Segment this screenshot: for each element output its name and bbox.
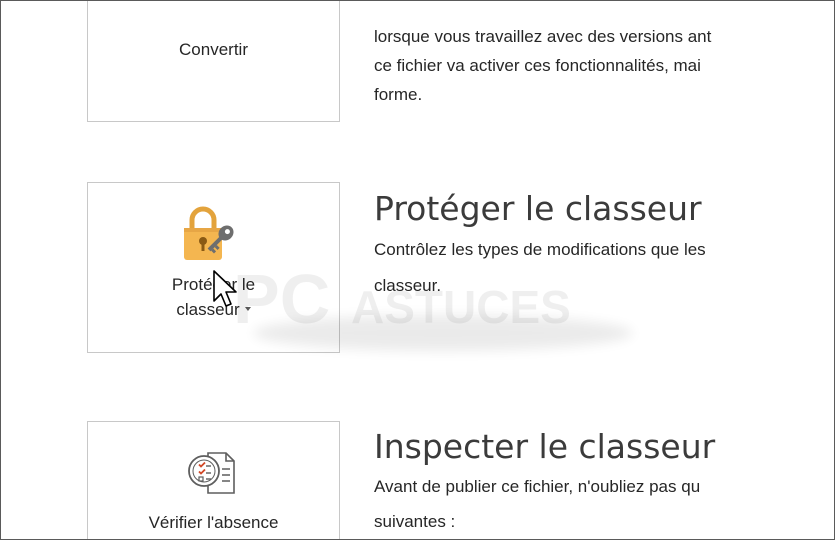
protect-section: Protéger le classeur Contrôlez les types… xyxy=(374,189,834,300)
protect-section-title: Protéger le classeur xyxy=(374,189,702,228)
convert-button-label: Convertir xyxy=(179,40,248,59)
convert-description-line-1: lorsque vous travaillez avec des version… xyxy=(374,27,712,46)
info-page: Convertir lorsque vous travaillez avec d… xyxy=(1,1,834,539)
document-checklist-icon xyxy=(188,452,235,494)
convert-description-line-2: ce fichier va activer ces fonctionnalité… xyxy=(374,56,701,75)
inspect-section: Inspecter le classeur Avant de publier c… xyxy=(374,427,834,536)
inspect-workbook-button[interactable]: Vérifier l'absence xyxy=(87,421,340,539)
inspect-description-line-2: suivantes : xyxy=(374,512,456,531)
protect-description-line-2: classeur. xyxy=(374,276,442,295)
protect-description-line-1: Contrôlez les types de modifications que… xyxy=(374,240,706,259)
inspect-description-line-1: Avant de publier ce fichier, n'oubliez p… xyxy=(374,477,701,496)
inspect-section-title: Inspecter le classeur xyxy=(374,427,716,466)
convert-description-line-3: forme. xyxy=(374,85,423,104)
protect-workbook-button[interactable]: Protéger le classeur xyxy=(87,182,340,353)
backstage-info-panel: Convertir lorsque vous travaillez avec d… xyxy=(0,0,835,540)
inspect-workbook-button-label: Vérifier l'absence xyxy=(148,513,279,532)
mouse-pointer-icon xyxy=(213,270,237,307)
chevron-down-icon[interactable] xyxy=(244,306,251,311)
convert-button[interactable]: Convertir xyxy=(87,1,340,122)
lock-key-icon xyxy=(184,206,234,260)
convert-section: lorsque vous travaillez avec des version… xyxy=(374,22,834,109)
